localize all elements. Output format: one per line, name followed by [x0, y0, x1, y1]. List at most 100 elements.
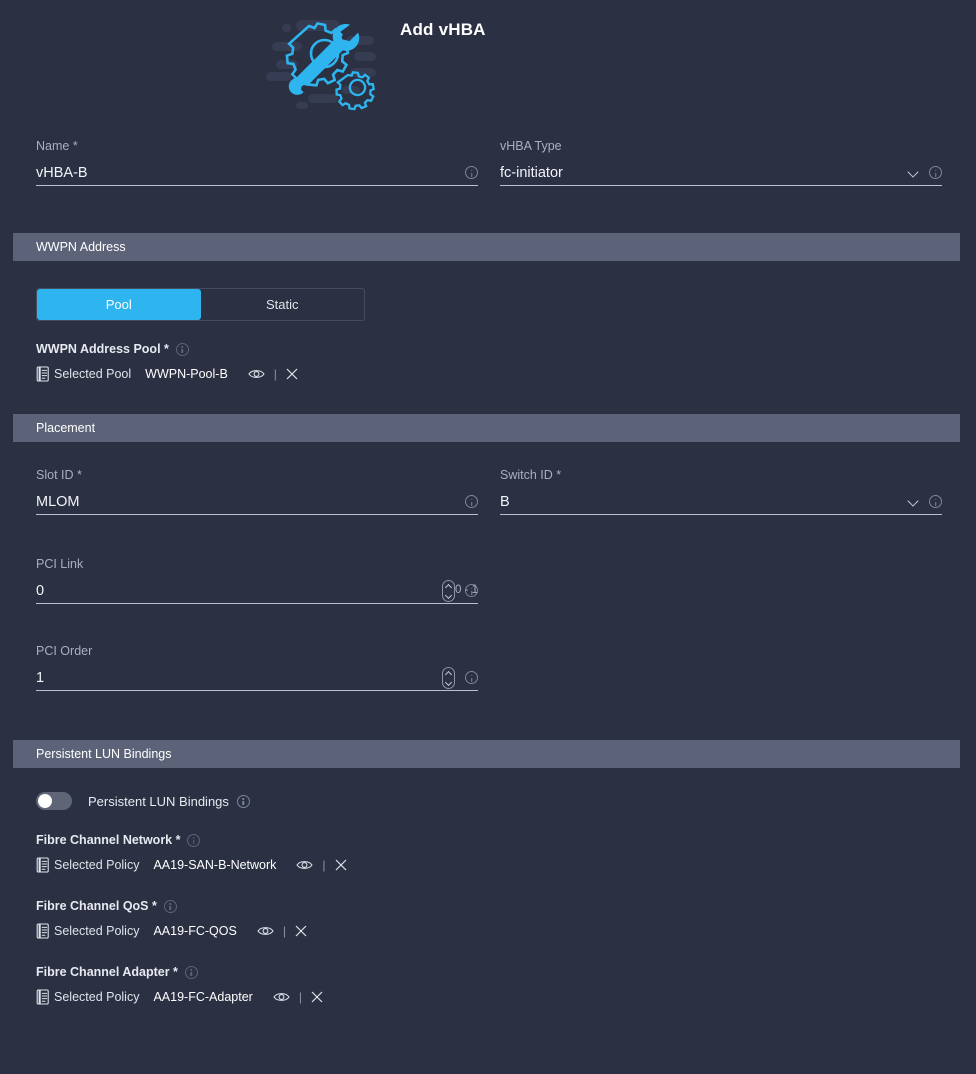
clear-icon[interactable]: [311, 991, 323, 1003]
placement-ids-row: Slot ID * Switch ID *: [0, 467, 976, 515]
fibre-channel-network-label-row: Fibre Channel Network *: [36, 833, 976, 847]
stepper-up-icon[interactable]: [446, 672, 452, 676]
selected-pool-value: WWPN-Pool-B: [145, 367, 228, 381]
wwpn-address-pool-info-icon[interactable]: [175, 342, 189, 356]
selected-policy-value: AA19-FC-QOS: [153, 924, 237, 938]
action-divider: |: [322, 858, 326, 872]
pci-order-input[interactable]: [36, 667, 436, 688]
switch-id-info-icon[interactable]: [929, 495, 942, 508]
name-field-group: Name *: [36, 138, 478, 186]
document-icon: [36, 857, 49, 873]
clear-icon[interactable]: [335, 859, 347, 871]
selected-policy-value: AA19-SAN-B-Network: [153, 858, 277, 872]
pci-link-input[interactable]: [36, 580, 436, 601]
wwpn-address-pool-label-row: WWPN Address Pool *: [36, 342, 976, 356]
eye-icon[interactable]: [296, 859, 314, 871]
wwpn-address-mode-toggle-group: Pool Static: [36, 288, 365, 321]
gear-wrench-icon: [266, 20, 376, 111]
fibre-channel-qos-actions: |: [257, 924, 307, 938]
vhba-type-info-icon[interactable]: [929, 166, 942, 179]
name-input-wrap[interactable]: [36, 160, 478, 186]
dialog-header: Add vHBA: [0, 0, 976, 124]
fibre-channel-network-label: Fibre Channel Network *: [36, 833, 181, 847]
eye-icon[interactable]: [257, 925, 274, 937]
pci-order-row: PCI Order: [0, 643, 976, 691]
segment-pool-button[interactable]: Pool: [37, 289, 201, 320]
pci-link-range-hint: 0 - 1: [454, 584, 478, 596]
document-icon: [36, 989, 49, 1005]
selected-policy-kind: Selected Policy: [54, 858, 140, 872]
persistent-lun-bindings-toggle[interactable]: [36, 792, 72, 810]
pci-order-input-wrap[interactable]: [36, 665, 478, 691]
name-label: Name *: [36, 139, 78, 153]
eye-icon[interactable]: [273, 991, 290, 1003]
action-divider: |: [273, 367, 277, 381]
fibre-channel-network-info-icon[interactable]: [187, 833, 201, 847]
slot-id-info-icon[interactable]: [465, 495, 478, 508]
persistent-lun-bindings-info-icon[interactable]: [236, 794, 250, 808]
section-title: WWPN Address: [36, 240, 126, 254]
chevron-down-icon[interactable]: [908, 167, 919, 178]
stepper-down-icon[interactable]: [446, 680, 452, 684]
fibre-channel-qos-info-icon[interactable]: [163, 899, 177, 913]
slot-id-label: Slot ID *: [36, 468, 82, 482]
pci-link-row: PCI Link 0 - 1: [0, 556, 976, 604]
selected-policy-value: AA19-FC-Adapter: [153, 990, 253, 1004]
section-title: Placement: [36, 421, 96, 435]
section-header-persistent-lun-bindings: Persistent LUN Bindings: [13, 740, 960, 768]
slot-id-input-wrap[interactable]: [36, 489, 478, 515]
pci-link-label: PCI Link: [36, 557, 84, 571]
selected-policy-kind: Selected Policy: [54, 990, 140, 1004]
fibre-channel-adapter-label-row: Fibre Channel Adapter *: [36, 965, 976, 979]
section-header-wwpn-address: WWPN Address: [13, 233, 960, 261]
page-title: Add vHBA: [400, 20, 486, 39]
pci-link-stepper[interactable]: [442, 579, 455, 602]
eye-icon[interactable]: [248, 368, 265, 380]
pci-order-spacer: [500, 643, 942, 691]
pci-order-info-icon[interactable]: [465, 671, 478, 684]
action-divider: |: [298, 990, 302, 1004]
vhba-type-field-group: vHBA Type: [500, 138, 942, 186]
chevron-down-icon[interactable]: [908, 496, 919, 507]
segment-static-button[interactable]: Static: [201, 289, 365, 320]
vhba-type-select[interactable]: [500, 162, 902, 183]
section-title: Persistent LUN Bindings: [36, 747, 172, 761]
switch-id-select[interactable]: [500, 491, 902, 512]
pci-link-input-wrap[interactable]: [36, 578, 478, 604]
basic-fields-row: Name * vHBA Type: [0, 138, 976, 186]
name-info-icon[interactable]: [465, 166, 478, 179]
action-divider: |: [282, 924, 286, 938]
switch-id-label: Switch ID *: [500, 468, 562, 482]
clear-icon[interactable]: [295, 925, 307, 937]
pci-link-spacer: [500, 556, 942, 604]
pci-order-label: PCI Order: [36, 644, 93, 658]
clear-icon[interactable]: [286, 368, 298, 380]
fibre-channel-network-actions: |: [296, 858, 346, 872]
fibre-channel-adapter-info-icon[interactable]: [184, 965, 198, 979]
vhba-type-select-wrap[interactable]: [500, 160, 942, 186]
wwpn-pool-actions: |: [248, 367, 298, 381]
selected-pool-kind: Selected Pool: [54, 367, 132, 381]
wwpn-address-pool-label: WWPN Address Pool *: [36, 342, 169, 356]
pci-link-field-group: PCI Link 0 - 1: [36, 556, 478, 604]
name-input[interactable]: [36, 162, 455, 183]
document-icon: [36, 366, 49, 382]
slot-id-input[interactable]: [36, 491, 455, 512]
document-icon: [36, 923, 49, 939]
pci-order-stepper[interactable]: [442, 666, 455, 689]
fibre-channel-network-selection-row: Selected Policy AA19-SAN-B-Network |: [36, 855, 976, 875]
wwpn-address-pool-selection-row: Selected Pool WWPN-Pool-B |: [36, 364, 976, 384]
toggle-knob: [38, 794, 52, 808]
fibre-channel-qos-label: Fibre Channel QoS *: [36, 899, 157, 913]
persistent-lun-bindings-toggle-row: Persistent LUN Bindings: [36, 792, 976, 810]
fibre-channel-adapter-label: Fibre Channel Adapter *: [36, 965, 178, 979]
fibre-channel-adapter-selection-row: Selected Policy AA19-FC-Adapter |: [36, 987, 976, 1007]
fibre-channel-qos-label-row: Fibre Channel QoS *: [36, 899, 976, 913]
slot-id-field-group: Slot ID *: [36, 467, 478, 515]
fibre-channel-adapter-actions: |: [273, 990, 323, 1004]
switch-id-field-group: Switch ID *: [500, 467, 942, 515]
stepper-up-icon[interactable]: [446, 585, 452, 589]
pci-order-field-group: PCI Order: [36, 643, 478, 691]
stepper-down-icon[interactable]: [446, 593, 452, 597]
switch-id-select-wrap[interactable]: [500, 489, 942, 515]
